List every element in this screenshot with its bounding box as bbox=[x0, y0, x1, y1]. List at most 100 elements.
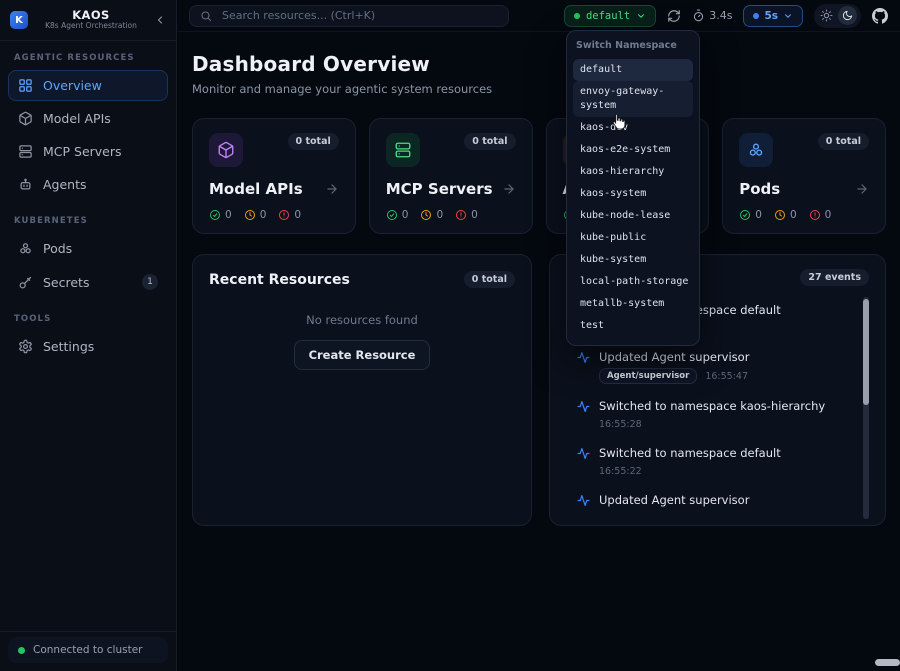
search-icon bbox=[200, 10, 212, 22]
stat-card-model-apis[interactable]: 0 total Model APIs 0 0 0 bbox=[192, 118, 356, 234]
dashboard-content: Dashboard Overview Monitor and manage yo… bbox=[177, 32, 900, 526]
sidebar-item-model-apis[interactable]: Model APIs bbox=[8, 103, 168, 134]
refresh-interval-button[interactable]: 5s bbox=[743, 5, 803, 27]
clock-icon bbox=[774, 209, 786, 221]
app-subtitle: K8s Agent Orchestration bbox=[35, 22, 147, 31]
namespace-option-kube-node-lease[interactable]: kube-node-lease bbox=[573, 205, 693, 227]
stat-card-pods[interactable]: 0 total Pods 0 0 0 bbox=[722, 118, 886, 234]
app-logo: K bbox=[10, 11, 28, 29]
namespace-dropdown: Switch Namespace default envoy-gateway-s… bbox=[566, 30, 700, 346]
activity-pulse-icon bbox=[577, 351, 590, 384]
key-icon bbox=[18, 275, 33, 290]
main-area: default 3.4s bbox=[177, 0, 900, 671]
stat-card-mcp-servers[interactable]: 0 total MCP Servers 0 0 0 bbox=[369, 118, 533, 234]
sun-icon bbox=[820, 9, 833, 22]
section-label-kubernetes: KUBERNETES bbox=[14, 216, 162, 226]
event-item: Switched to namespace default 16:55:22 bbox=[577, 446, 869, 478]
timer-icon bbox=[692, 9, 705, 22]
error-count: 0 bbox=[471, 209, 478, 221]
sidebar-header: K KAOS K8s Agent Orchestration bbox=[0, 0, 176, 41]
sidebar-item-label: Agents bbox=[43, 177, 87, 192]
namespace-option-envoy-gateway-system[interactable]: envoy-gateway-system bbox=[573, 81, 693, 117]
alert-circle-icon bbox=[809, 209, 821, 221]
bot-icon bbox=[18, 177, 33, 192]
latency-value: 3.4s bbox=[709, 9, 732, 22]
package-icon bbox=[18, 111, 33, 126]
light-mode-button[interactable] bbox=[818, 9, 835, 22]
event-title: Switched to namespace default bbox=[599, 446, 781, 460]
activity-pulse-icon bbox=[577, 400, 590, 431]
github-icon bbox=[872, 8, 888, 24]
arrow-right-icon bbox=[325, 182, 339, 196]
error-count: 0 bbox=[294, 209, 301, 221]
search-input[interactable] bbox=[220, 8, 498, 23]
status-dot-icon bbox=[18, 647, 25, 654]
event-title: Updated Agent supervisor bbox=[599, 350, 749, 364]
pods-icon bbox=[739, 133, 773, 167]
sidebar-item-agents[interactable]: Agents bbox=[8, 169, 168, 200]
sidebar-item-label: Pods bbox=[43, 241, 72, 256]
pending-count: 0 bbox=[790, 209, 797, 221]
stat-cards-row: 0 total Model APIs 0 0 0 bbox=[192, 118, 886, 234]
error-count: 0 bbox=[825, 209, 832, 221]
namespace-option-kube-system[interactable]: kube-system bbox=[573, 249, 693, 271]
arrow-right-icon bbox=[502, 182, 516, 196]
event-item: Switched to namespace kaos-hierarchy 16:… bbox=[577, 399, 869, 431]
interval-label: 5s bbox=[764, 10, 778, 22]
namespace-option-local-path-storage[interactable]: local-path-storage bbox=[573, 271, 693, 293]
moon-icon bbox=[842, 10, 853, 21]
namespace-dropdown-title: Switch Namespace bbox=[576, 40, 690, 51]
namespace-option-metallb-system[interactable]: metallb-system bbox=[573, 293, 693, 315]
cube-icon bbox=[209, 133, 243, 167]
namespace-option-default[interactable]: default bbox=[573, 59, 693, 81]
theme-toggle bbox=[814, 4, 861, 28]
activity-pulse-icon bbox=[577, 494, 590, 511]
pending-count: 0 bbox=[436, 209, 443, 221]
total-badge: 0 total bbox=[288, 133, 339, 150]
namespace-selector-button[interactable]: default bbox=[564, 5, 656, 27]
total-badge: 0 total bbox=[818, 133, 869, 150]
event-title: Switched to namespace kaos-hierarchy bbox=[599, 399, 825, 413]
topbar: default 3.4s bbox=[177, 0, 900, 32]
total-badge: 0 total bbox=[464, 133, 515, 150]
secrets-count-badge: 1 bbox=[142, 274, 158, 290]
grid-icon bbox=[18, 78, 33, 93]
ok-count: 0 bbox=[402, 209, 409, 221]
sidebar-item-overview[interactable]: Overview bbox=[8, 70, 168, 101]
github-link[interactable] bbox=[872, 8, 888, 24]
refresh-button[interactable] bbox=[667, 9, 681, 23]
search-box[interactable] bbox=[189, 5, 509, 27]
event-title: Updated Agent supervisor bbox=[599, 493, 749, 507]
horizontal-scrollbar-thumb[interactable] bbox=[875, 659, 900, 666]
sidebar-item-label: Overview bbox=[43, 78, 102, 93]
alert-circle-icon bbox=[455, 209, 467, 221]
empty-state: No resources found Create Resource bbox=[193, 313, 531, 370]
page-subtitle: Monitor and manage your agentic system r… bbox=[192, 82, 886, 96]
namespace-option-kaos-hierarchy[interactable]: kaos-hierarchy bbox=[573, 161, 693, 183]
activity-scrollbar-thumb[interactable] bbox=[863, 299, 869, 405]
sidebar-item-secrets[interactable]: Secrets 1 bbox=[8, 266, 168, 298]
sidebar-item-pods[interactable]: Pods bbox=[8, 233, 168, 264]
event-item: Updated Agent supervisor Agent/superviso… bbox=[577, 350, 869, 384]
check-circle-icon bbox=[386, 209, 398, 221]
sidebar-item-label: Settings bbox=[43, 339, 94, 354]
create-resource-button[interactable]: Create Resource bbox=[294, 340, 431, 370]
sidebar-nav: AGENTIC RESOURCES Overview Model APIs MC… bbox=[0, 41, 176, 631]
section-label-agentic-resources: AGENTIC RESOURCES bbox=[14, 53, 162, 63]
sidebar-item-label: Secrets bbox=[43, 275, 89, 290]
collapse-sidebar-button[interactable] bbox=[154, 14, 166, 26]
namespace-option-kaos-dev[interactable]: kaos-dev bbox=[573, 117, 693, 139]
gear-icon bbox=[18, 339, 33, 354]
dark-mode-button[interactable] bbox=[838, 6, 857, 25]
sidebar-item-label: MCP Servers bbox=[43, 144, 122, 159]
activity-scrollbar[interactable] bbox=[863, 297, 869, 519]
namespace-status-dot-icon bbox=[574, 13, 580, 19]
namespace-option-kaos-e2e-system[interactable]: kaos-e2e-system bbox=[573, 139, 693, 161]
event-item: Updated Agent supervisor bbox=[577, 493, 869, 511]
namespace-option-kaos-system[interactable]: kaos-system bbox=[573, 183, 693, 205]
sidebar-item-mcp-servers[interactable]: MCP Servers bbox=[8, 136, 168, 167]
namespace-option-kube-public[interactable]: kube-public bbox=[573, 227, 693, 249]
sidebar-item-settings[interactable]: Settings bbox=[8, 331, 168, 362]
event-time: 16:55:47 bbox=[705, 371, 748, 382]
namespace-option-test[interactable]: test bbox=[573, 315, 693, 337]
